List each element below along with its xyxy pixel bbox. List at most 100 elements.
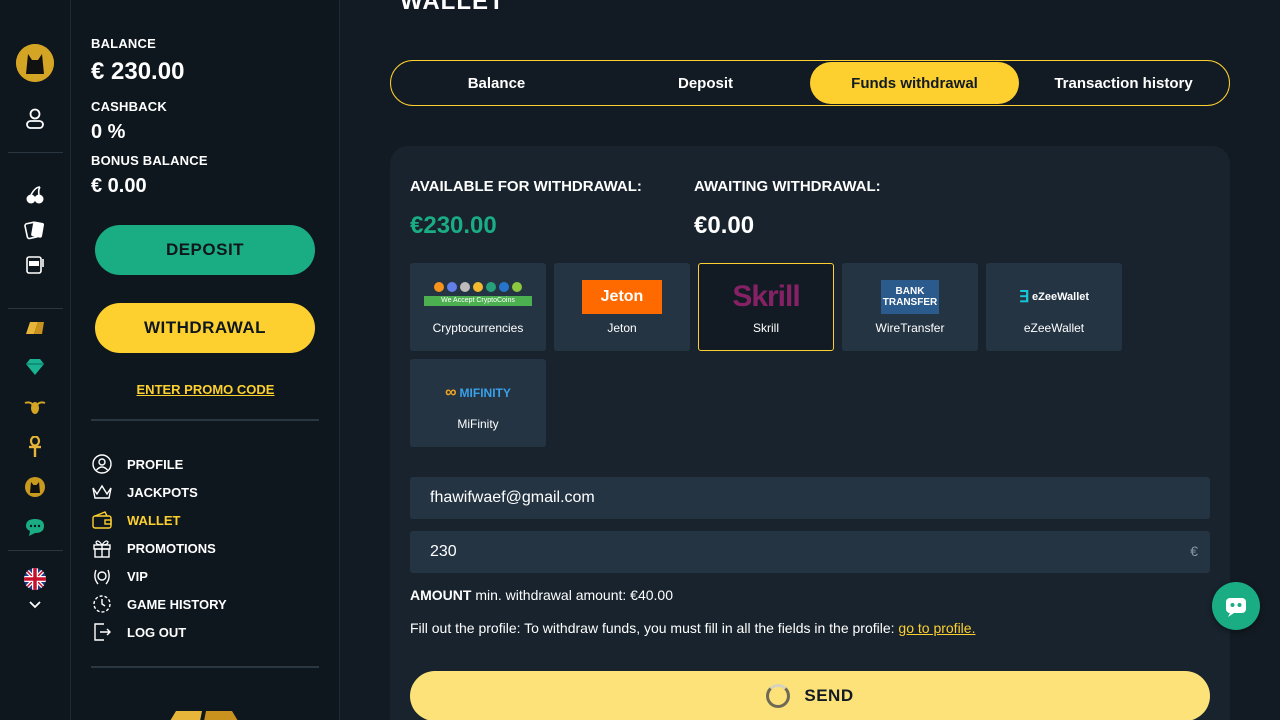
balance-label: BALANCE xyxy=(91,36,156,51)
slot-machine-icon[interactable] xyxy=(24,254,46,276)
method-name: Skrill xyxy=(753,321,779,335)
support-chat-button[interactable] xyxy=(1212,582,1260,630)
min-amount-text: min. withdrawal amount: €40.00 xyxy=(475,587,673,603)
crown-icon xyxy=(91,481,113,503)
awaiting-amount: €0.00 xyxy=(694,212,755,239)
account-menu: PROFILE JACKPOTS WALLET PROMOTIONS VIP G… xyxy=(91,450,319,646)
menu-item-label: PROMOTIONS xyxy=(127,540,216,556)
menu-item-promotions[interactable]: PROMOTIONS xyxy=(91,534,319,562)
amount-field[interactable]: 230 € xyxy=(410,531,1210,573)
go-to-profile-link[interactable]: go to profile. xyxy=(898,620,975,636)
account-sidebar: BALANCE € 230.00 CASHBACK 0 % BONUS BALA… xyxy=(71,0,340,720)
method-name: WireTransfer xyxy=(875,321,945,335)
ankh-icon[interactable] xyxy=(24,436,46,458)
bank-logo-text: BANK TRANSFER xyxy=(881,280,939,314)
tab-deposit[interactable]: Deposit xyxy=(601,62,810,104)
menu-item-wallet[interactable]: WALLET xyxy=(91,506,319,534)
menu-item-jackpots[interactable]: JACKPOTS xyxy=(91,478,319,506)
available-amount: €230.00 xyxy=(410,212,497,239)
deposit-button[interactable]: DEPOSIT xyxy=(95,225,315,275)
ezee-logo-text: eZeeWallet xyxy=(1032,291,1090,303)
menu-item-label: LOG OUT xyxy=(127,624,187,640)
logout-icon xyxy=(91,621,113,643)
menu-item-label: WALLET xyxy=(127,512,181,528)
profile-note: Fill out the profile: To withdraw funds,… xyxy=(410,620,975,636)
ezeewallet-logo: ∃ eZeeWallet xyxy=(987,280,1121,314)
method-skrill[interactable]: Skrill Skrill xyxy=(698,263,834,351)
rail-divider xyxy=(8,550,63,551)
currency-symbol: € xyxy=(1190,543,1198,559)
method-name: MiFinity xyxy=(457,417,499,431)
crypto-logo: We Accept CryptoCoins xyxy=(411,280,545,314)
tab-transaction-history[interactable]: Transaction history xyxy=(1019,62,1228,104)
uk-flag-icon[interactable] xyxy=(24,568,46,590)
cashback-label: CASHBACK xyxy=(91,99,167,114)
icon-rail xyxy=(0,0,71,720)
profile-note-text: Fill out the profile: To withdraw funds,… xyxy=(410,620,895,636)
method-name: Cryptocurrencies xyxy=(432,321,524,335)
page-title: WALLET xyxy=(400,0,505,15)
history-icon xyxy=(91,593,113,615)
user-icon[interactable] xyxy=(24,108,46,130)
send-label: SEND xyxy=(804,686,854,705)
mifinity-logo: ∞ MIFINITY xyxy=(411,376,545,410)
send-button[interactable]: SEND xyxy=(410,671,1210,720)
chat-bubble-icon[interactable] xyxy=(24,516,46,538)
awaiting-label: AWAITING WITHDRAWAL: xyxy=(694,178,881,195)
scarab-icon[interactable] xyxy=(24,396,46,418)
method-wiretransfer[interactable]: BANK TRANSFER WireTransfer xyxy=(842,263,978,351)
chevron-down-icon[interactable] xyxy=(24,594,46,616)
tab-balance[interactable]: Balance xyxy=(392,62,601,104)
cherry-icon[interactable] xyxy=(24,184,46,206)
crypto-logo-text: We Accept CryptoCoins xyxy=(424,296,532,306)
laurel-icon xyxy=(91,565,113,587)
method-mifinity[interactable]: ∞ MIFINITY MiFinity xyxy=(410,359,546,447)
cat-coin-icon[interactable] xyxy=(24,476,46,498)
gem-icon[interactable] xyxy=(24,356,46,378)
sidebar-divider xyxy=(91,419,319,421)
cashback-value: 0 % xyxy=(91,121,126,143)
menu-item-log-out[interactable]: LOG OUT xyxy=(91,618,319,646)
menu-item-label: VIP xyxy=(127,568,148,584)
loading-spinner-icon xyxy=(766,684,791,708)
amount-hint: AMOUNT min. withdrawal amount: €40.00 xyxy=(410,587,673,603)
amount-value: 230 xyxy=(430,543,457,560)
ezee-e-icon: ∃ xyxy=(1018,289,1030,306)
wallet-icon xyxy=(91,509,113,531)
user-icon xyxy=(91,453,113,475)
method-cryptocurrencies[interactable]: We Accept CryptoCoins Cryptocurrencies xyxy=(410,263,546,351)
skrill-logo: Skrill xyxy=(699,280,833,314)
menu-item-label: JACKPOTS xyxy=(127,484,198,500)
wallet-tabs: Balance Deposit Funds withdrawal Transac… xyxy=(390,60,1230,106)
method-name: eZeeWallet xyxy=(1023,321,1085,335)
balance-value: € 230.00 xyxy=(91,58,185,85)
email-field[interactable]: fhawifwaef@gmail.com xyxy=(410,477,1210,519)
bonus-balance-value: € 0.00 xyxy=(91,175,147,197)
cards-icon[interactable] xyxy=(24,219,46,241)
skrill-logo-text: Skrill xyxy=(732,280,800,313)
method-ezeewallet[interactable]: ∃ eZeeWallet eZeeWallet xyxy=(986,263,1122,351)
menu-item-vip[interactable]: VIP xyxy=(91,562,319,590)
menu-item-label: PROFILE xyxy=(127,456,184,472)
chat-bot-icon xyxy=(1226,598,1246,617)
gold-bars-icon xyxy=(166,708,242,720)
withdrawal-panel: AVAILABLE FOR WITHDRAWAL: €230.00 AWAITI… xyxy=(390,146,1230,720)
promo-code-link[interactable]: ENTER PROMO CODE xyxy=(71,382,340,397)
method-jeton[interactable]: Jeton Jeton xyxy=(554,263,690,351)
amount-label: AMOUNT xyxy=(410,587,472,603)
menu-item-game-history[interactable]: GAME HISTORY xyxy=(91,590,319,618)
bonus-balance-label: BONUS BALANCE xyxy=(91,153,208,168)
tab-funds-withdrawal[interactable]: Funds withdrawal xyxy=(810,62,1019,104)
available-label: AVAILABLE FOR WITHDRAWAL: xyxy=(410,178,642,195)
menu-item-profile[interactable]: PROFILE xyxy=(91,450,319,478)
mifinity-logo-text: MIFINITY xyxy=(459,386,511,400)
infinity-icon: ∞ xyxy=(445,384,457,401)
gift-icon xyxy=(91,537,113,559)
sidebar-divider xyxy=(91,666,319,668)
method-name: Jeton xyxy=(607,321,637,335)
gold-bars-icon[interactable] xyxy=(24,316,46,338)
cat-avatar-icon[interactable] xyxy=(16,44,54,82)
withdrawal-button[interactable]: WITHDRAWAL xyxy=(95,303,315,353)
rail-divider xyxy=(8,152,63,153)
menu-item-label: GAME HISTORY xyxy=(127,596,227,612)
